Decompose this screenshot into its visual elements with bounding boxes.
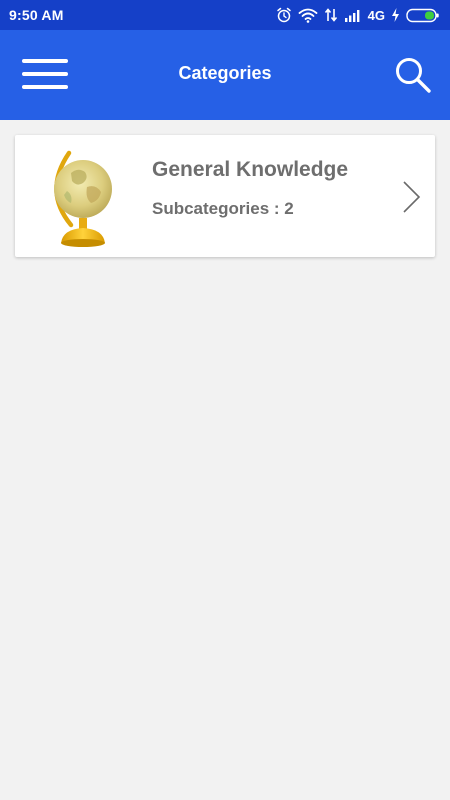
chevron-right-icon xyxy=(403,181,421,213)
page-title: Categories xyxy=(178,63,272,83)
category-subcategories: Subcategories : 2 xyxy=(152,199,294,218)
search-icon[interactable] xyxy=(394,56,432,94)
status-bar: 9:50 AM 4G xyxy=(0,0,450,30)
battery-icon xyxy=(406,8,439,22)
category-title: General Knowledge xyxy=(152,158,349,181)
alarm-icon xyxy=(276,7,291,23)
category-card-general-knowledge[interactable]: General Knowledge Subcategories : 2 xyxy=(15,135,435,257)
data-arrows-icon xyxy=(324,8,337,22)
network-type: 4G xyxy=(367,7,385,23)
app-bar: Categories xyxy=(0,30,450,120)
globe-icon xyxy=(54,150,112,247)
wifi-icon xyxy=(298,8,318,23)
status-time: 9:50 AM xyxy=(9,7,64,23)
status-icons: 4G xyxy=(276,7,440,23)
signal-icon xyxy=(344,10,360,22)
charging-icon xyxy=(392,8,399,22)
